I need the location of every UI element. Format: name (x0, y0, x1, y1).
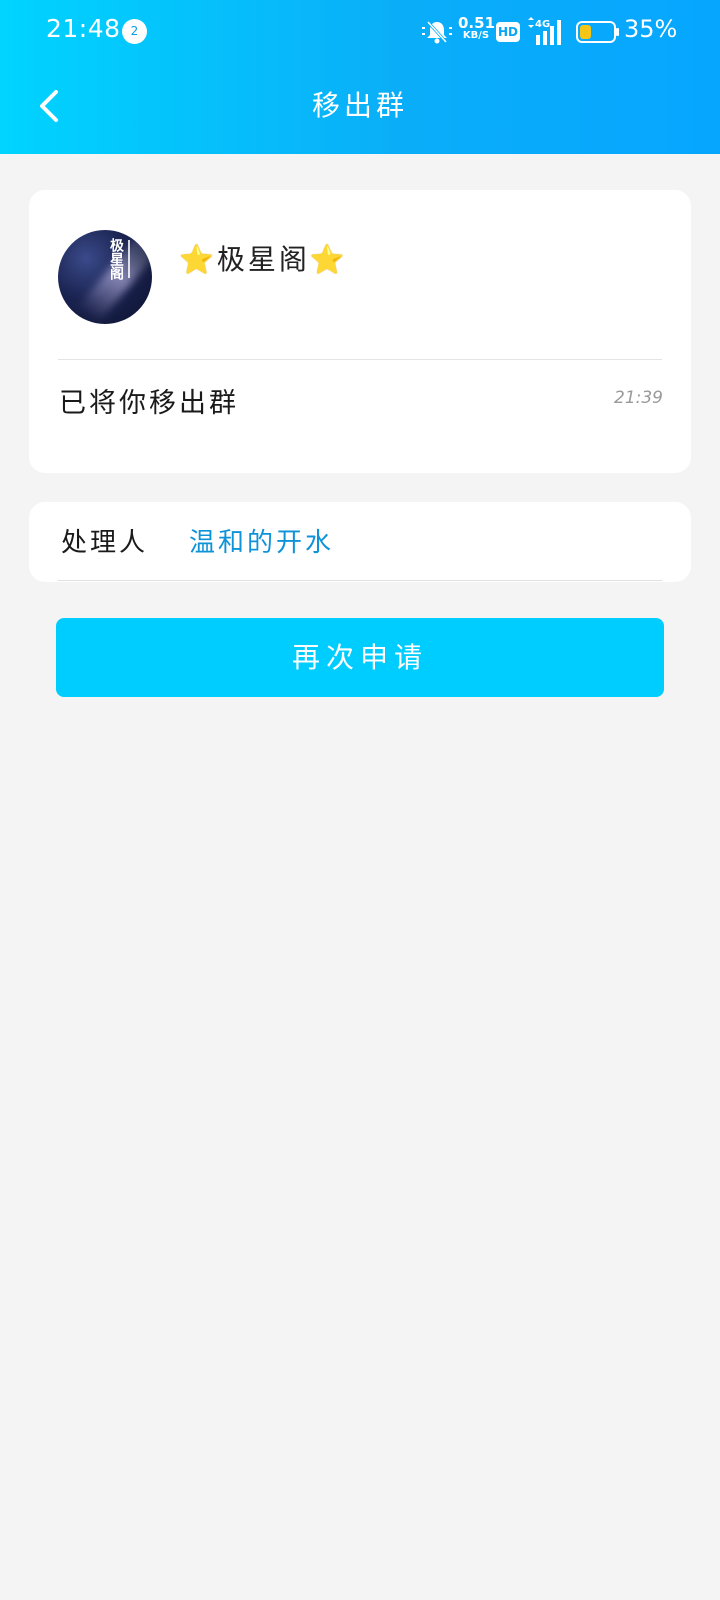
message-time: 21:39 (614, 388, 663, 408)
divider (58, 359, 662, 360)
network-speed-value: 0.51 (458, 14, 496, 32)
divider (58, 580, 662, 581)
battery-fill (580, 25, 591, 39)
status-bar: 21:48 2 0.51 KB/S HD 4G 35% (0, 0, 720, 64)
handler-name-link[interactable]: 温和的开水 (189, 522, 334, 559)
status-time: 21:48 (46, 14, 121, 43)
handler-card: 处理人 温和的开水 (29, 502, 691, 582)
page-title: 移出群 (311, 89, 408, 122)
network-speed: 0.51 KB/S (458, 14, 496, 41)
battery-icon (576, 21, 619, 43)
status-icons: 0.51 KB/S HD 4G 35% (400, 0, 720, 64)
star-icon: ⭐ (309, 243, 348, 276)
network-type-label: 4G (535, 19, 550, 30)
group-avatar[interactable]: 极星阁 (58, 230, 152, 324)
reapply-button[interactable]: 再次申请 (56, 618, 664, 697)
group-name-text: 极星阁 (216, 243, 310, 276)
group-info-card: 极星阁 ⭐极星阁⭐ 已将你移出群 21:39 (29, 190, 691, 473)
signal-4g-icon: 4G (528, 17, 561, 45)
group-name: ⭐极星阁⭐ (179, 238, 348, 278)
avatar-decor-line (128, 240, 130, 278)
notification-badge: 2 (122, 19, 147, 44)
battery-percent: 35% (624, 15, 678, 43)
avatar-text: 极星阁 (108, 238, 124, 280)
bell-muted-icon (422, 20, 452, 44)
network-speed-unit: KB/S (462, 30, 490, 41)
removal-message: 已将你移出群 (59, 388, 239, 419)
star-icon: ⭐ (179, 243, 217, 276)
hd-icon: HD (496, 22, 520, 42)
app-header: 21:48 2 0.51 KB/S HD 4G 35% 移出群 (0, 0, 720, 154)
handler-label: 处理人 (61, 528, 149, 558)
